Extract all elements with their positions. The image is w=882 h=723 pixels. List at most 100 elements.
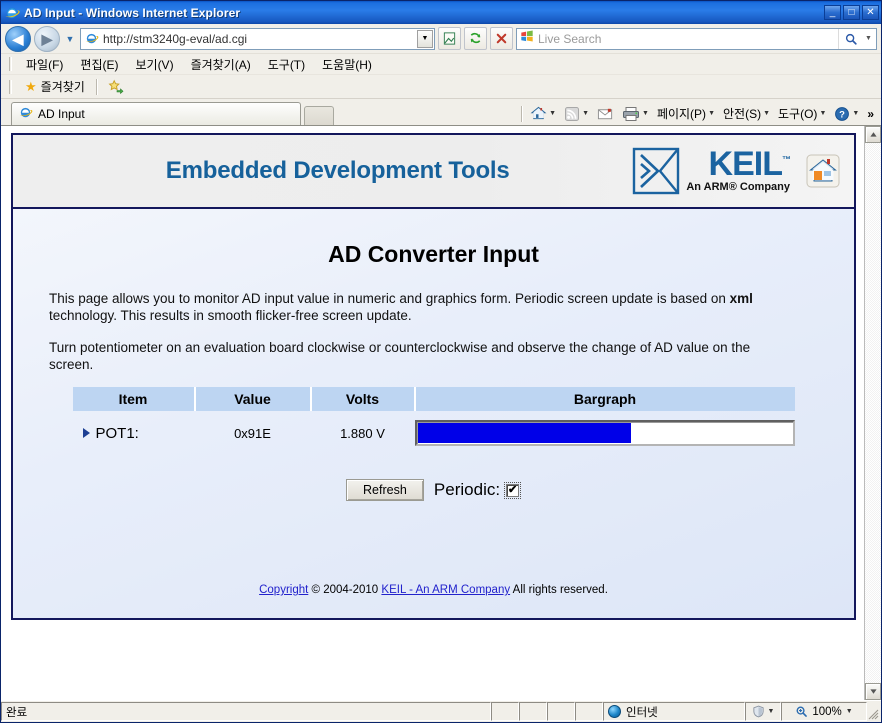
close-button[interactable]: ✕ [862,5,879,20]
star-add-icon [108,79,124,94]
intro-paragraph-2: Turn potentiometer on an evaluation boar… [49,339,759,374]
browser-window: AD Input - Windows Internet Explorer _ □… [0,0,882,723]
compatibility-view-button[interactable] [438,27,461,50]
navigation-bar: ◀ ▶ ▼ http://stm3240g-eval/ad.cgi ▼ Live… [1,24,881,54]
title-bar: AD Input - Windows Internet Explorer _ □… [1,1,881,24]
add-to-favorites-bar-button[interactable] [102,79,130,95]
tab-ad-input[interactable]: AD Input [11,102,301,125]
keil-chevron-icon [632,147,680,195]
resize-grip-icon [868,709,879,720]
menu-bar: 파일(F) 편집(E) 보기(V) 즐겨찾기(A) 도구(T) 도움말(H) [1,54,881,75]
mail-icon [597,108,613,119]
scroll-up-arrow-icon [869,132,877,137]
home-icon [530,106,547,120]
scroll-down-button[interactable] [865,683,881,700]
security-zone[interactable]: 인터넷 [603,702,745,721]
protected-mode-indicator[interactable]: ▼ [745,702,781,721]
command-safety[interactable]: 안전(S) ▼ [720,104,773,123]
intro-paragraph-1-after: technology. This results in smooth flick… [49,308,412,324]
scroll-up-button[interactable] [865,126,881,143]
vertical-scrollbar[interactable] [864,126,881,700]
status-slot-3 [547,702,575,721]
controls-row: Refresh Periodic: ✔ [49,479,818,502]
favorites-button[interactable]: ★ 즐겨찾기 [21,77,92,96]
page-footer: Copyright © 2004-2010 KEIL - An ARM Comp… [13,584,854,606]
resize-grip[interactable] [867,701,881,722]
mail-button[interactable] [594,106,617,122]
copyright-symbol: © [311,584,320,596]
home-caret-icon[interactable]: ▼ [549,110,556,117]
zoom-control[interactable]: 100% ▼ [781,702,867,721]
search-dropdown-caret-icon[interactable]: ▼ [862,29,875,49]
keil-word-text: KEIL™ [708,144,791,183]
tab-title: AD Input [38,107,85,121]
new-tab-button[interactable] [304,106,334,125]
star-icon: ★ [25,79,37,94]
site-home-button[interactable] [806,154,840,188]
favorites-drag-handle[interactable] [9,79,12,94]
protected-mode-caret-icon[interactable]: ▼ [768,708,775,715]
column-header-volts: Volts [310,387,416,412]
keil-logo: KEIL™ An ARM® Company [632,144,791,195]
refresh-button[interactable]: Refresh [345,479,424,502]
zoom-caret-icon[interactable]: ▼ [846,708,853,715]
search-go-button[interactable] [838,28,862,49]
column-header-item: Item [72,387,196,412]
periodic-checkbox[interactable]: ✔ [506,483,520,497]
menu-edit[interactable]: 편집(E) [72,54,126,75]
internet-explorer-icon [4,5,20,21]
menu-file[interactable]: 파일(F) [18,54,71,75]
zoom-magnifier-icon [796,706,808,717]
cell-volts: 1.880 V [340,425,385,441]
shield-icon [752,705,764,718]
search-box[interactable]: Live Search ▼ [516,27,877,50]
status-slot-4 [575,702,603,721]
menu-tools[interactable]: 도구(T) [260,54,313,75]
menu-view[interactable]: 보기(V) [127,54,181,75]
address-url-text[interactable]: http://stm3240g-eval/ad.cgi [103,32,417,46]
tab-strip: AD Input ▼ ▼ ▼ 페이지(P) ▼ 안전(S) ▼ 도구(O) ▼ … [1,99,881,125]
menu-drag-handle[interactable] [9,57,12,71]
home-button[interactable]: ▼ [527,104,559,123]
menu-favorites[interactable]: 즐겨찾기(A) [183,54,259,75]
svg-text:?: ? [839,109,845,120]
refresh-button[interactable] [464,27,487,50]
security-zone-label: 인터넷 [626,706,658,719]
forward-button[interactable]: ▶ [34,25,60,52]
web-page: Embedded Development Tools KEIL™ An ARM®… [1,126,864,700]
command-bar-overflow-button[interactable]: » [864,106,877,122]
help-button[interactable]: ? ▼ [831,105,862,123]
address-bar[interactable]: http://stm3240g-eval/ad.cgi ▼ [80,27,435,50]
bargraph-fill [417,423,631,444]
status-slot-1 [491,702,519,721]
feeds-caret-icon[interactable]: ▼ [582,110,589,117]
keil-company-link[interactable]: KEIL - An ARM Company [381,584,510,596]
maximize-button[interactable]: □ [843,5,860,20]
windows-flag-icon [520,29,534,48]
back-button[interactable]: ◀ [5,25,31,52]
command-tools[interactable]: 도구(O) ▼ [775,104,829,123]
feeds-button[interactable]: ▼ [561,105,592,123]
print-button[interactable]: ▼ [619,105,652,123]
print-caret-icon[interactable]: ▼ [642,110,649,117]
status-text: 완료 [1,702,491,721]
minimize-button[interactable]: _ [824,5,841,20]
intro-paragraph-1: This page allows you to monitor AD input… [49,290,759,325]
favorites-label: 즐겨찾기 [40,80,85,94]
table-header-row: Item Value Volts Bargraph [72,387,795,412]
page-favicon-icon [84,31,99,46]
keil-tagline: An ARM® Company [686,181,790,194]
menu-help[interactable]: 도움말(H) [314,54,380,75]
recent-pages-caret-icon[interactable]: ▼ [63,34,77,44]
help-caret-icon[interactable]: ▼ [852,110,859,117]
column-header-value: Value [194,387,312,412]
stop-button[interactable] [490,27,513,50]
address-dropdown-caret-icon[interactable]: ▼ [417,29,433,48]
command-safety-label: 안전(S) [723,107,762,121]
copyright-link[interactable]: Copyright [259,584,308,596]
command-page[interactable]: 페이지(P) ▼ [654,104,718,123]
bullet-triangle-icon [82,428,90,439]
search-placeholder-text[interactable]: Live Search [538,32,838,46]
printer-icon [623,106,639,121]
status-slot-2 [519,702,547,721]
